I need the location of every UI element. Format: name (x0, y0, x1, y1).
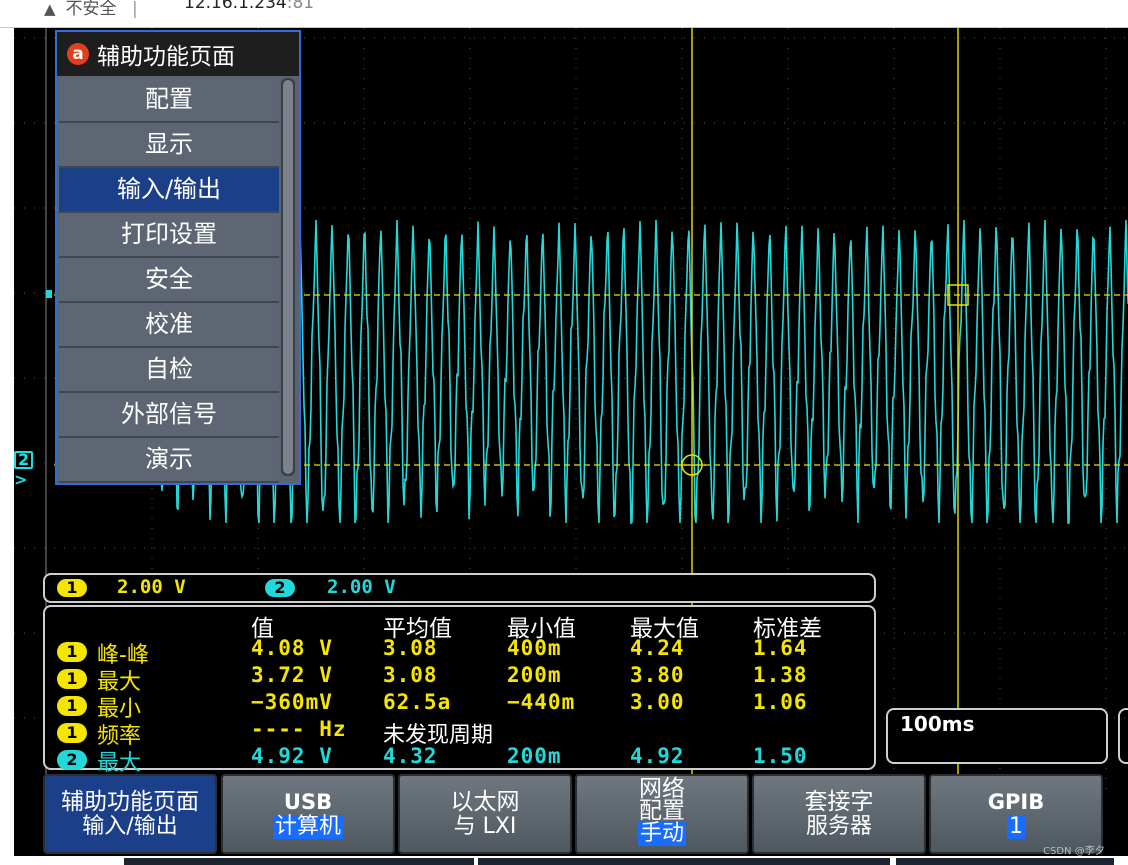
meas-max: 4.92 (630, 744, 685, 768)
menu-item-demo[interactable]: 演示 (59, 438, 279, 483)
meas-min: 200m (507, 744, 562, 768)
meas-min: 200m (507, 663, 562, 687)
meas-ch-badge: 1 (57, 642, 87, 662)
measurement-panel: 值 平均值 最小值 最大值 标准差 1 峰-峰 4.08 V 3.08 400m… (43, 605, 876, 776)
meas-max: 3.00 (630, 690, 685, 714)
url-separator: | (131, 0, 138, 19)
meas-min: −440m (507, 690, 576, 714)
menu-item-security[interactable]: 安全 (59, 258, 279, 303)
bottom-btn-utility-page[interactable]: 辅助功能页面 输入/输出 (43, 774, 217, 854)
meas-mean: 62.5a (383, 690, 452, 714)
meas-mean: 4.32 (383, 744, 438, 768)
meas-value: 4.08 V (251, 636, 333, 660)
btn-line1: GPIB (987, 790, 1045, 814)
meas-ch-badge: 1 (57, 669, 87, 689)
ch1-scale: 2.00 V (117, 576, 186, 598)
watermark: CSDN @李夕 (1043, 846, 1105, 857)
url-port: :81 (286, 0, 315, 13)
btn-line2: 1 (1007, 814, 1025, 839)
meas-std: 1.64 (753, 636, 808, 660)
ch2-scale: 2.00 V (327, 576, 396, 598)
security-label: 不安全 (65, 0, 117, 19)
btn-line2: 与 LXI (453, 814, 517, 839)
ch2-badge[interactable]: 2 (265, 579, 295, 597)
btn-line2: 输入/输出 (82, 814, 178, 839)
meas-name: 最大 (97, 751, 142, 776)
meas-ch-badge: 2 (57, 750, 87, 770)
url-host: 12.16.1.234 (184, 0, 287, 13)
ch2-ground-marker[interactable]: 2> (14, 450, 46, 489)
meas-mean: 3.08 (383, 636, 438, 660)
menu-title-text: 辅助功能页面 (97, 44, 235, 70)
btn-line2: 服务器 (805, 814, 872, 839)
meas-value: 3.72 V (251, 663, 333, 687)
menu-item-external-signal[interactable]: 外部信号 (59, 393, 279, 438)
window-left-edge (0, 28, 14, 865)
meas-std: 1.50 (753, 744, 808, 768)
meas-value: ---- Hz (251, 717, 347, 741)
menu-title: a 辅助功能页面 (57, 32, 299, 76)
bottom-btn-socket-server[interactable]: 套接字 服务器 (752, 774, 926, 854)
meas-value: −360mV (251, 690, 333, 714)
meas-row: 2 最大 4.92 V 4.32 200m 4.92 1.50 (45, 744, 875, 776)
timebase-readout[interactable]: 100ms (886, 708, 1108, 764)
btn-line1: 网络 配置 (639, 776, 685, 824)
meas-row: 1 峰-峰 4.08 V 3.08 400m 4.24 1.64 (45, 636, 875, 668)
menu-item-io[interactable]: 输入/输出 (59, 168, 279, 213)
menu-item-config[interactable]: 配置 (59, 78, 279, 123)
bottom-btn-usb[interactable]: USB 计算机 (221, 774, 395, 854)
meas-max: 4.24 (630, 636, 685, 660)
menu-item-print-setup[interactable]: 打印设置 (59, 213, 279, 258)
meas-ch-badge: 1 (57, 723, 87, 743)
btn-line1: 套接字 (804, 789, 874, 815)
taskbar-item[interactable] (478, 858, 890, 865)
meas-ch-badge: 1 (57, 696, 87, 716)
menu-item-self-test[interactable]: 自检 (59, 348, 279, 393)
channel-scale-bar: 1 2.00 V 2 2.00 V (43, 573, 876, 603)
bottom-btn-ethernet-lxi[interactable]: 以太网 与 LXI (398, 774, 572, 854)
meas-mean: 3.08 (383, 663, 438, 687)
timebase-value: 100ms (900, 712, 975, 736)
ch2-offset-marker (46, 290, 52, 298)
utility-side-menu: a 辅助功能页面 配置 显示 输入/输出 打印设置 安全 校准 自检 外部信号 … (55, 30, 301, 485)
btn-line1: USB (283, 790, 333, 814)
menu-a-badge-icon: a (67, 43, 89, 65)
menu-item-display[interactable]: 显示 (59, 123, 279, 168)
trigger-readout[interactable] (1118, 708, 1128, 764)
btn-line1: 以太网 (450, 789, 520, 815)
browser-address-bar[interactable]: ▲ 不安全 | 12.16.1.234:81 (0, 0, 1128, 28)
warning-triangle-icon: ▲ (44, 0, 56, 18)
meas-value: 4.92 V (251, 744, 333, 768)
meas-row: 1 最小 −360mV 62.5a −440m 3.00 1.06 (45, 690, 875, 722)
menu-scroll-thumb[interactable] (283, 80, 293, 474)
meas-row: 1 最大 3.72 V 3.08 200m 3.80 1.38 (45, 663, 875, 695)
ch1-badge[interactable]: 1 (57, 579, 87, 597)
btn-line2: 手动 (637, 821, 686, 846)
meas-std: 1.38 (753, 663, 808, 687)
btn-line1: 辅助功能页面 (61, 789, 199, 815)
meas-row: 1 频率 ---- Hz 未发现周期 (45, 717, 875, 749)
security-indicator[interactable]: ▲ 不安全 | (44, 0, 138, 19)
meas-std: 1.06 (753, 690, 808, 714)
marker-arrow-icon: > (14, 470, 28, 489)
menu-scrollbar[interactable] (281, 78, 295, 476)
taskbar-item[interactable] (896, 858, 1114, 865)
meas-min: 400m (507, 636, 562, 660)
taskbar-item[interactable] (124, 858, 474, 865)
btn-line2: 计算机 (272, 814, 343, 839)
menu-item-calibration[interactable]: 校准 (59, 303, 279, 348)
url-text[interactable]: 12.16.1.234:81 (184, 0, 314, 13)
bottom-btn-network-config[interactable]: 网络 配置 手动 (575, 774, 749, 854)
meas-max: 3.80 (630, 663, 685, 687)
